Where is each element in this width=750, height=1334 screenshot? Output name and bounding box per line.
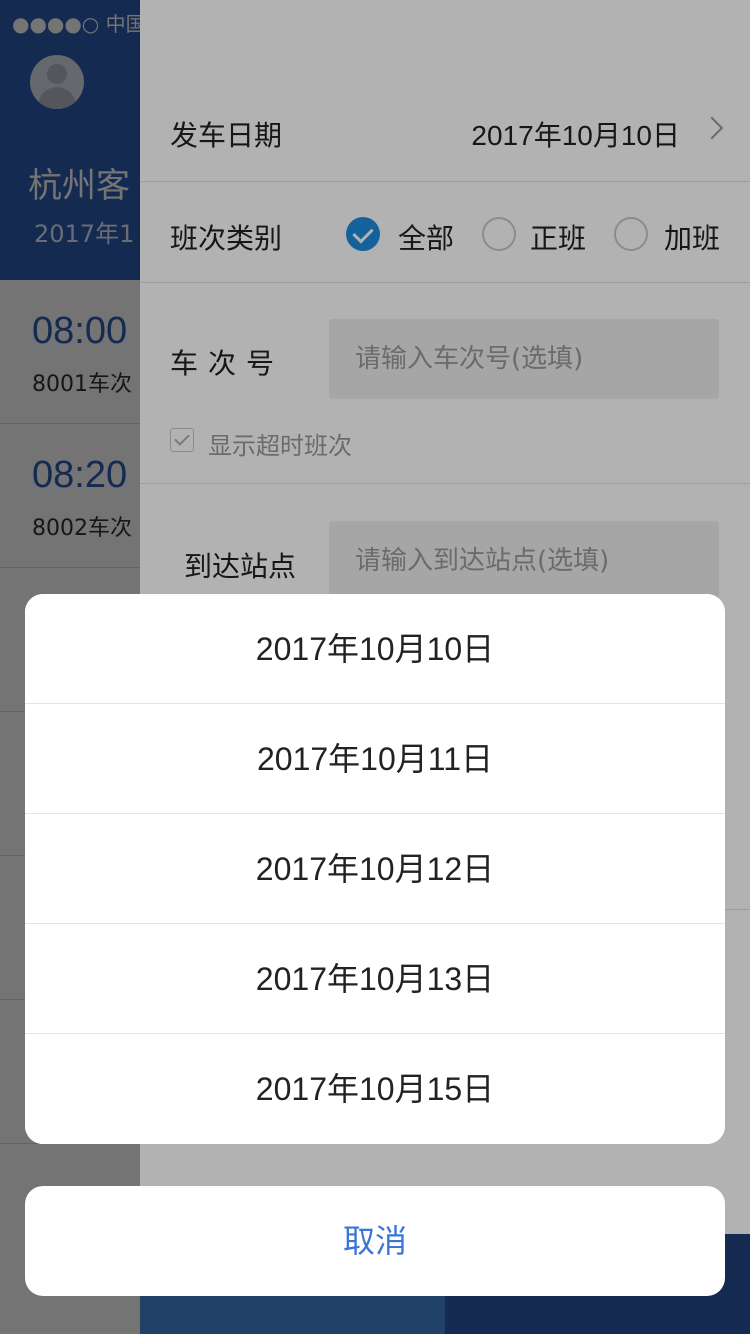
date-option[interactable]: 2017年10月10日: [25, 594, 725, 704]
date-action-sheet: 2017年10月10日 2017年10月11日 2017年10月12日 2017…: [25, 594, 725, 1144]
date-option[interactable]: 2017年10月11日: [25, 704, 725, 814]
date-option[interactable]: 2017年10月13日: [25, 924, 725, 1034]
cancel-button[interactable]: 取消: [25, 1186, 725, 1296]
date-option[interactable]: 2017年10月15日: [25, 1034, 725, 1144]
date-option[interactable]: 2017年10月12日: [25, 814, 725, 924]
